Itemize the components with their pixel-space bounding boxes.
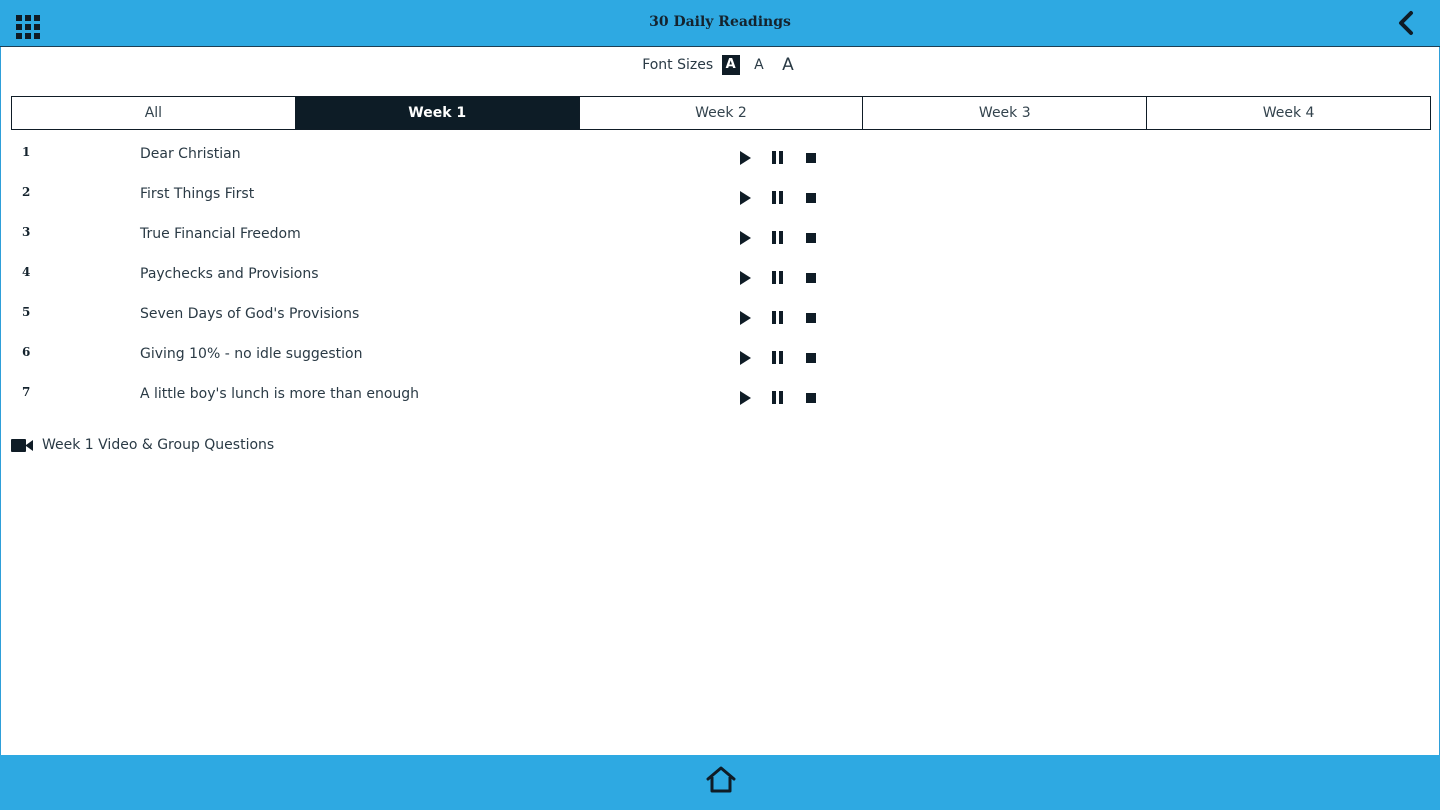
list-item: 1 Dear Christian xyxy=(0,138,1440,178)
list-item: 2 First Things First xyxy=(0,178,1440,218)
list-item: 5 Seven Days of God's Provisions xyxy=(0,298,1440,338)
tab-week-2[interactable]: Week 2 xyxy=(578,97,863,129)
stop-icon[interactable] xyxy=(803,189,821,207)
play-icon[interactable] xyxy=(736,189,754,207)
reading-number: 4 xyxy=(22,265,31,279)
tab-all[interactable]: All xyxy=(12,97,295,129)
reading-title[interactable]: Seven Days of God's Provisions xyxy=(140,306,359,322)
list-item: 3 True Financial Freedom xyxy=(0,218,1440,258)
bottom-bar xyxy=(0,755,1440,810)
pause-icon[interactable] xyxy=(769,189,787,207)
list-item: 6 Giving 10% - no idle suggestion xyxy=(0,338,1440,378)
video-link-label: Week 1 Video & Group Questions xyxy=(42,437,275,453)
tab-week-1[interactable]: Week 1 xyxy=(294,97,579,129)
stop-icon[interactable] xyxy=(803,349,821,367)
reading-title[interactable]: A little boy's lunch is more than enough xyxy=(140,386,419,402)
play-icon[interactable] xyxy=(736,149,754,167)
font-size-large-option[interactable]: A xyxy=(778,55,798,75)
play-icon[interactable] xyxy=(736,349,754,367)
font-size-medium-option[interactable]: A xyxy=(750,55,768,75)
stop-icon[interactable] xyxy=(803,229,821,247)
reading-title[interactable]: Paychecks and Provisions xyxy=(140,266,319,282)
reading-number: 1 xyxy=(22,145,31,159)
stop-icon[interactable] xyxy=(803,389,821,407)
stop-icon[interactable] xyxy=(803,309,821,327)
pause-icon[interactable] xyxy=(769,309,787,327)
page-title: 30 Daily Readings xyxy=(649,14,791,30)
font-sizes-label: Font Sizes xyxy=(642,57,714,73)
reading-title[interactable]: Dear Christian xyxy=(140,146,241,162)
home-icon[interactable] xyxy=(705,765,737,795)
stop-icon[interactable] xyxy=(803,149,821,167)
pause-icon[interactable] xyxy=(769,229,787,247)
play-icon[interactable] xyxy=(736,389,754,407)
pause-icon[interactable] xyxy=(769,269,787,287)
play-icon[interactable] xyxy=(736,309,754,327)
reading-title[interactable]: True Financial Freedom xyxy=(140,226,301,242)
reading-number: 6 xyxy=(22,345,31,359)
grid-menu-icon[interactable] xyxy=(16,15,40,39)
chevron-left-icon[interactable] xyxy=(1395,10,1417,36)
reading-number: 5 xyxy=(22,305,31,319)
reading-number: 3 xyxy=(22,225,31,239)
list-item: 4 Paychecks and Provisions xyxy=(0,258,1440,298)
play-icon[interactable] xyxy=(736,229,754,247)
font-size-selector: Font Sizes A A A xyxy=(0,55,1440,79)
pause-icon[interactable] xyxy=(769,389,787,407)
pause-icon[interactable] xyxy=(769,149,787,167)
stop-icon[interactable] xyxy=(803,269,821,287)
reading-title[interactable]: First Things First xyxy=(140,186,254,202)
list-item: 7 A little boy's lunch is more than enou… xyxy=(0,378,1440,418)
top-bar: 30 Daily Readings xyxy=(0,0,1440,47)
reading-number: 7 xyxy=(22,385,31,399)
week-tabs: All Week 1 Week 2 Week 3 Week 4 xyxy=(11,96,1431,130)
play-icon[interactable] xyxy=(736,269,754,287)
video-camera-icon xyxy=(11,438,35,454)
reading-number: 2 xyxy=(22,185,31,199)
pause-icon[interactable] xyxy=(769,349,787,367)
tab-week-4[interactable]: Week 4 xyxy=(1146,97,1430,129)
tab-week-3[interactable]: Week 3 xyxy=(862,97,1146,129)
font-size-small-option[interactable]: A xyxy=(721,55,740,75)
reading-title[interactable]: Giving 10% - no idle suggestion xyxy=(140,346,362,362)
